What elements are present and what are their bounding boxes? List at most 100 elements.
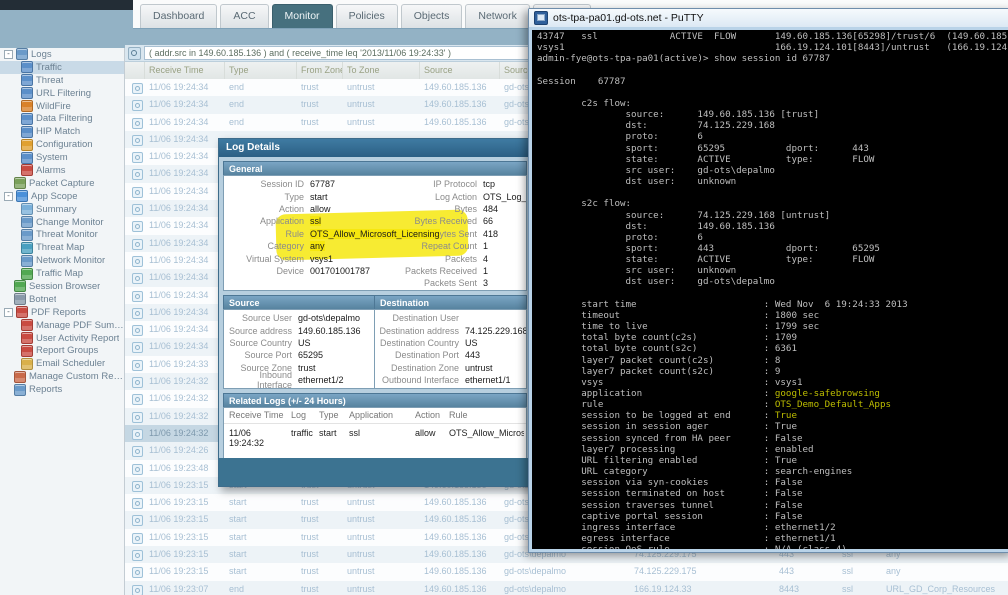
- log-detail-icon[interactable]: [132, 325, 143, 336]
- log-detail-icon[interactable]: [132, 515, 143, 526]
- field-value: any: [310, 241, 325, 251]
- sidebar-item-email-scheduler[interactable]: Email Scheduler: [0, 357, 124, 370]
- tab-acc[interactable]: ACC: [220, 4, 268, 28]
- tree-expander-icon[interactable]: -: [4, 192, 13, 201]
- tab-dashboard[interactable]: Dashboard: [140, 4, 217, 28]
- sidebar-item-system[interactable]: System: [0, 151, 124, 164]
- log-detail-icon[interactable]: [132, 377, 143, 388]
- column-header-to-zone[interactable]: To Zone: [343, 62, 420, 79]
- table-row[interactable]: 11/06 19:23:15starttrustuntrust149.60.18…: [125, 563, 1008, 580]
- sidebar-item-session-browser[interactable]: Session Browser: [0, 280, 124, 293]
- log-detail-icon[interactable]: [132, 585, 143, 595]
- field-label: Bytes Received: [375, 216, 483, 226]
- detail-cell: [125, 183, 145, 200]
- log-detail-icon[interactable]: [132, 118, 143, 129]
- filter-icon[interactable]: [128, 47, 141, 60]
- sidebar-item-hip-match[interactable]: HIP Match: [0, 125, 124, 138]
- putty-title-bar[interactable]: ots-tpa-pa01.gd-ots.net - PuTTY: [529, 9, 1008, 27]
- log-detail-icon[interactable]: [132, 135, 143, 146]
- detail-cell: [125, 165, 145, 182]
- logs-icon: [16, 48, 28, 60]
- terminal-output[interactable]: 43747 ssl ACTIVE FLOW 149.60.185.136[652…: [532, 30, 1008, 549]
- cell-from: trust: [297, 581, 343, 595]
- sidebar-item-data-filtering[interactable]: Data Filtering: [0, 112, 124, 125]
- detail-cell: [125, 494, 145, 511]
- sidebar-item-botnet[interactable]: Botnet: [0, 293, 124, 306]
- sidebar-item-reports[interactable]: Reports: [0, 383, 124, 396]
- tab-network[interactable]: Network: [465, 4, 530, 28]
- sidebar-item-summary[interactable]: Summary: [0, 203, 124, 216]
- sidebar-item-threat-map[interactable]: Threat Map: [0, 241, 124, 254]
- sidebar-item-configuration[interactable]: Configuration: [0, 138, 124, 151]
- tab-monitor[interactable]: Monitor: [272, 4, 333, 28]
- log-detail-icon[interactable]: [132, 291, 143, 302]
- sidebar-item-wildfire[interactable]: WildFire: [0, 100, 124, 113]
- log-detail-icon[interactable]: [132, 464, 143, 475]
- column-header-receive-time[interactable]: Receive Time: [145, 62, 225, 79]
- log-detail-icon[interactable]: [132, 394, 143, 405]
- cell-time: 11/06 19:24:34: [145, 217, 225, 234]
- sidebar-item-pdf-reports[interactable]: -PDF Reports: [0, 306, 124, 319]
- sidebar-item-manage-pdf-summary[interactable]: Manage PDF Summary: [0, 319, 124, 332]
- log-detail-icon[interactable]: [132, 342, 143, 353]
- cell-dest: 166.19.124.33: [630, 581, 775, 595]
- log-detail-icon[interactable]: [132, 204, 143, 215]
- log-detail-icon[interactable]: [132, 533, 143, 544]
- log-detail-icon[interactable]: [132, 550, 143, 561]
- terminal-line: captive portal session : False: [537, 511, 1008, 522]
- column-header-type[interactable]: Type: [225, 62, 297, 79]
- log-detail-icon[interactable]: [132, 429, 143, 440]
- table-row[interactable]: 11/06 19:23:07endtrustuntrust149.60.185.…: [125, 581, 1008, 595]
- log-detail-icon[interactable]: [132, 187, 143, 198]
- sidebar-item-traffic[interactable]: Traffic: [0, 61, 124, 74]
- log-detail-icon[interactable]: [132, 273, 143, 284]
- log-detail-icon[interactable]: [132, 481, 143, 492]
- sidebar-item-traffic-map[interactable]: Traffic Map: [0, 267, 124, 280]
- log-detail-icon[interactable]: [132, 83, 143, 94]
- log-detail-icon[interactable]: [132, 308, 143, 319]
- log-detail-icon[interactable]: [132, 221, 143, 232]
- sidebar-item-alarms[interactable]: Alarms: [0, 164, 124, 177]
- terminal-line: admin-fye@ots-tpa-pa01(active)> show ses…: [537, 53, 1008, 64]
- log-detail-icon[interactable]: [132, 567, 143, 578]
- sidebar-item-label: Change Monitor: [36, 217, 104, 228]
- column-header-source[interactable]: Source: [420, 62, 500, 79]
- sidebar-item-packet-capture[interactable]: Packet Capture: [0, 177, 124, 190]
- sidebar-item-app-scope[interactable]: -App Scope: [0, 190, 124, 203]
- log-detail-icon[interactable]: [132, 446, 143, 457]
- log-detail-icon[interactable]: [132, 169, 143, 180]
- sidebar-item-change-monitor[interactable]: Change Monitor: [0, 216, 124, 229]
- log-detail-icon[interactable]: [132, 152, 143, 163]
- terminal-line: c2s flow:: [537, 98, 1008, 109]
- field-value: US: [465, 338, 478, 348]
- sidebar-item-report-groups[interactable]: Report Groups: [0, 344, 124, 357]
- log-detail-icon[interactable]: [132, 100, 143, 111]
- sidebar-item-threat[interactable]: Threat: [0, 74, 124, 87]
- field-label: Bytes: [375, 204, 483, 214]
- tree-expander-icon[interactable]: -: [4, 308, 13, 317]
- tab-policies[interactable]: Policies: [336, 4, 398, 28]
- sidebar-item-user-activity-report[interactable]: User Activity Report: [0, 332, 124, 345]
- sidebar-item-threat-monitor[interactable]: Threat Monitor: [0, 228, 124, 241]
- sidebar-item-logs[interactable]: -Logs: [0, 48, 124, 61]
- tree-expander-icon[interactable]: -: [4, 50, 13, 59]
- url-filtering-icon: [21, 87, 33, 99]
- source-rows: Source Usergd-ots\depalmoSource address1…: [223, 309, 375, 389]
- log-detail-icon[interactable]: [132, 360, 143, 371]
- column-header-from-zone[interactable]: From Zone: [297, 62, 343, 79]
- log-detail-icon[interactable]: [132, 498, 143, 509]
- botnet-icon: [14, 293, 26, 305]
- dialog-title[interactable]: Log Details: [219, 139, 531, 157]
- tab-objects[interactable]: Objects: [401, 4, 463, 28]
- log-detail-icon[interactable]: [132, 412, 143, 423]
- sidebar-item-network-monitor[interactable]: Network Monitor: [0, 254, 124, 267]
- sidebar-item-manage-custom-reports[interactable]: Manage Custom Reports: [0, 370, 124, 383]
- related-log-row[interactable]: 11/06 19:24:32trafficstartsslallowOTS_Al…: [224, 424, 526, 448]
- log-detail-icon[interactable]: [132, 256, 143, 267]
- log-detail-icon[interactable]: [132, 239, 143, 250]
- field-label: Log Action: [375, 192, 483, 202]
- cell-time: 11/06 19:24:34: [145, 165, 225, 182]
- sidebar-item-url-filtering[interactable]: URL Filtering: [0, 87, 124, 100]
- sidebar-item-label: Botnet: [29, 294, 56, 305]
- cell-to: untrust: [343, 114, 420, 131]
